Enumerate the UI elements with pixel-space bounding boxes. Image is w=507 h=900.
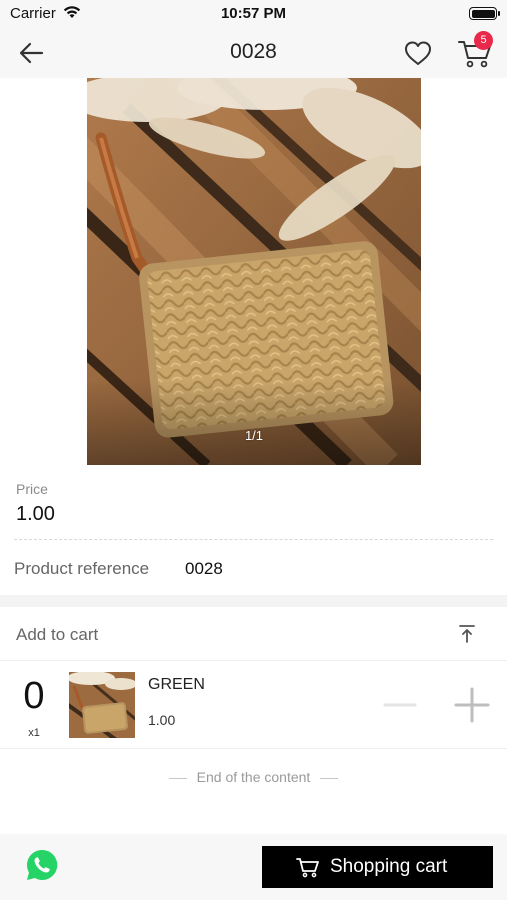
cart-count-badge: 5: [474, 31, 493, 50]
variant-price: 1.00: [148, 712, 176, 728]
image-counter: 1/1: [244, 428, 264, 443]
product-image[interactable]: [87, 78, 421, 465]
variant-name: GREEN: [148, 676, 205, 693]
shopping-cart-label: Shopping cart: [330, 856, 448, 877]
section-separator: [0, 595, 507, 607]
nav-bar: 0028 5: [0, 28, 507, 78]
shopping-cart-button[interactable]: Shopping cart: [262, 846, 493, 888]
decrease-quantity-button[interactable]: [382, 689, 418, 721]
heart-icon[interactable]: [402, 38, 434, 68]
status-bar: Carrier 10:57 PM: [0, 0, 507, 28]
cart-icon: [296, 858, 319, 878]
quantity-value: 0: [23, 675, 45, 717]
variant-thumbnail: [69, 672, 135, 738]
battery-icon: [469, 7, 500, 20]
end-of-content-text: End of the content: [196, 769, 311, 785]
product-gallery[interactable]: 1/1: [0, 78, 507, 465]
add-to-cart-title: Add to cart: [16, 625, 99, 644]
bottom-bar: Shopping cart: [0, 834, 507, 900]
price-label: Price: [16, 481, 48, 497]
reference-value: 0028: [185, 559, 223, 578]
divider: [14, 539, 493, 540]
status-time: 10:57 PM: [220, 5, 287, 22]
price-value: 1.00: [16, 503, 55, 525]
quantity-multiplier: x1: [28, 727, 40, 739]
reference-label: Product reference: [14, 559, 150, 578]
arrow-to-top-icon[interactable]: [456, 623, 478, 645]
variant-row: 0 x1 GREEN 1.00: [0, 661, 507, 749]
whatsapp-icon[interactable]: [25, 848, 59, 882]
add-to-cart-header[interactable]: Add to cart: [0, 607, 507, 661]
end-of-content: End of the content: [0, 769, 507, 785]
price-section: Price 1.00: [0, 465, 507, 540]
increase-quantity-button[interactable]: [452, 687, 492, 723]
reference-row: Product reference 0028: [0, 541, 507, 595]
